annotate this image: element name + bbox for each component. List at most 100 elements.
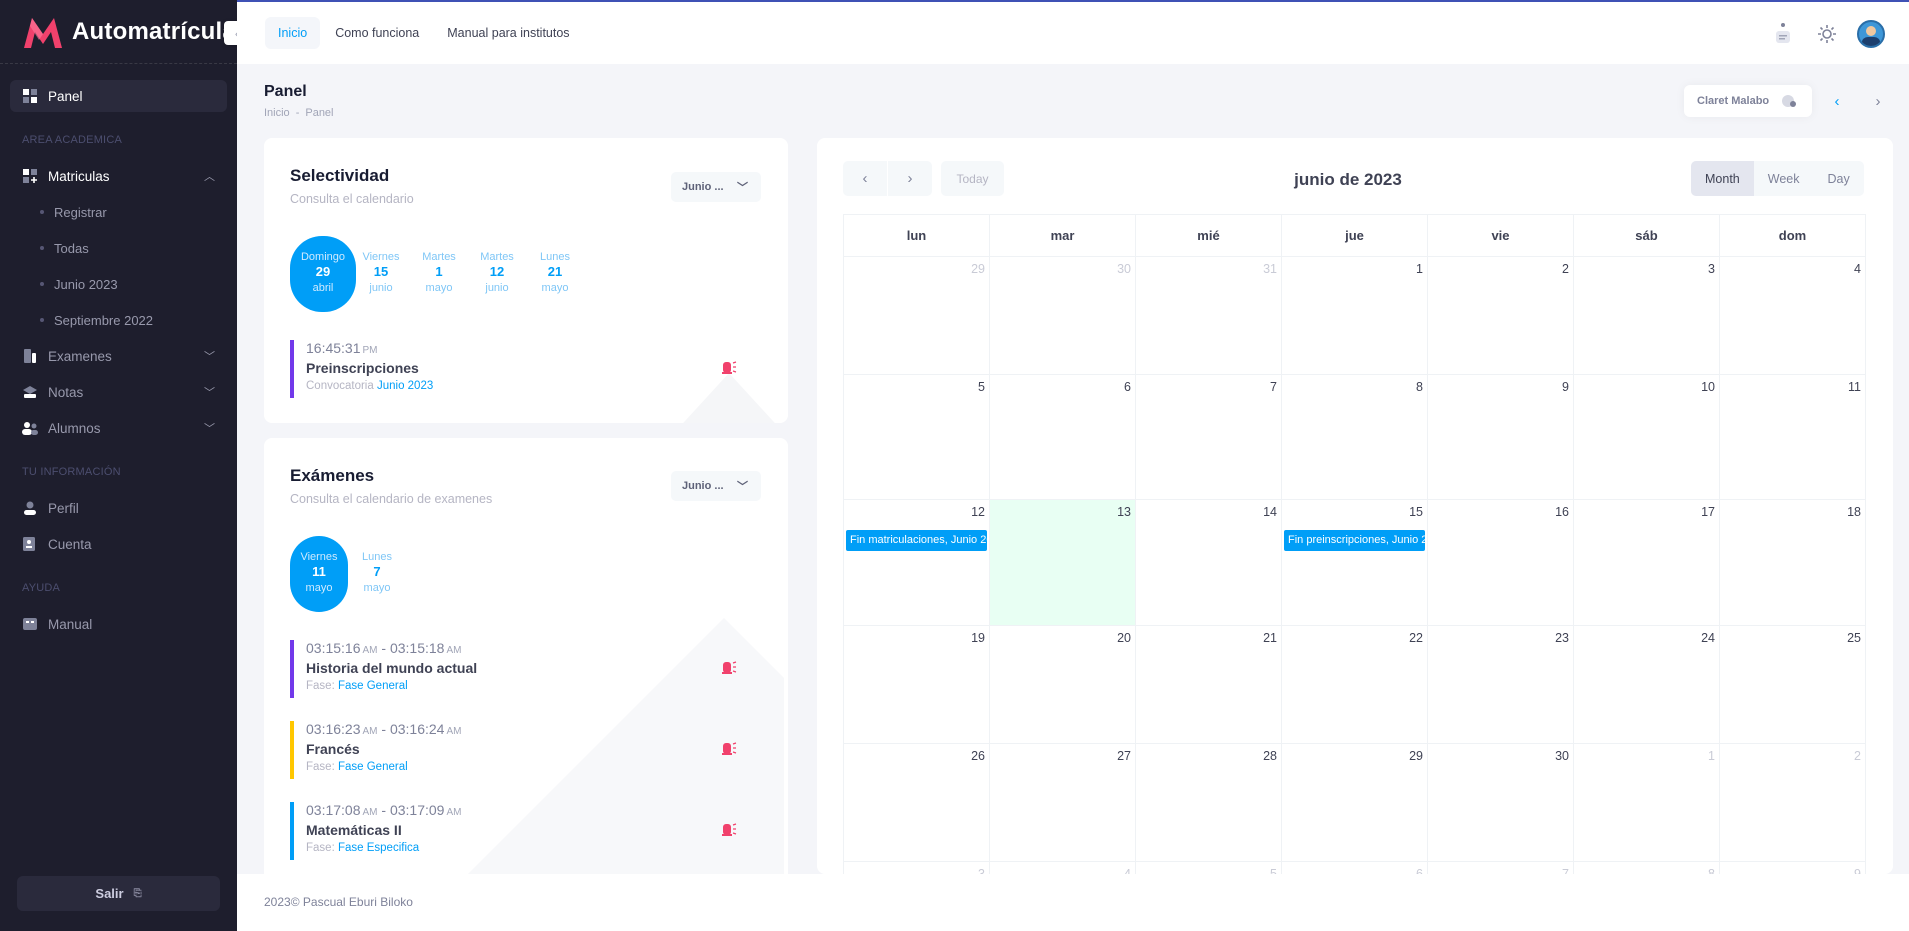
calendar-day-cell[interactable]: 11 bbox=[1719, 374, 1866, 500]
calendar-day-cell[interactable]: 29 bbox=[843, 256, 990, 375]
logout-button[interactable]: Salir ⎘ bbox=[17, 876, 220, 911]
calendar-day-cell[interactable]: 30 bbox=[1427, 743, 1574, 862]
next-arrow-button[interactable]: › bbox=[1865, 88, 1891, 114]
exam-event-item[interactable]: 03:15:16 AM - 03:15:18 AM Historia del mun… bbox=[290, 640, 477, 698]
calendar-day-cell[interactable]: 7 bbox=[1135, 374, 1282, 500]
calendar-day-cell[interactable]: 29 bbox=[1281, 743, 1428, 862]
weekday-header: jue bbox=[1281, 214, 1428, 257]
calendar-day-cell[interactable]: 10 bbox=[1573, 374, 1720, 500]
calendar-day-cell[interactable]: 4 bbox=[1719, 256, 1866, 375]
prev-arrow-button[interactable]: ‹ bbox=[1824, 88, 1850, 114]
sidebar-item-label: Perfil bbox=[48, 500, 79, 516]
calendar-day-cell[interactable]: 1 bbox=[1573, 743, 1720, 862]
event-meta-link[interactable]: Fase Especifica bbox=[338, 842, 419, 854]
calendar-day-cell[interactable]: 9 bbox=[1427, 374, 1574, 500]
dropdown-value: Junio ... bbox=[682, 181, 724, 193]
sidebar-sub-registrar[interactable]: Registrar bbox=[10, 196, 227, 228]
calendar-day-cell[interactable]: 15 Fin preinscripciones, Junio 2023 bbox=[1281, 499, 1428, 626]
sidebar-item-cuenta[interactable]: Cuenta bbox=[10, 528, 227, 560]
calendar-day-cell[interactable]: 8 bbox=[1281, 374, 1428, 500]
calendar-day-cell[interactable]: 2 bbox=[1719, 743, 1866, 862]
event-item[interactable]: 16:45:31 PM Preinscripciones Convocatoria… bbox=[290, 340, 433, 398]
event-meta-link[interactable]: Fase General bbox=[338, 761, 408, 773]
calendar-day-cell[interactable]: 5 bbox=[843, 374, 990, 500]
footer-author: Pascual Eburi Biloko bbox=[302, 895, 413, 909]
calendar-day-cell[interactable]: 14 bbox=[1135, 499, 1282, 626]
day-chip[interactable]: Viernes 15 junio bbox=[352, 236, 410, 295]
alarm-icon[interactable] bbox=[719, 358, 737, 380]
calendar-day-cell[interactable]: 1 bbox=[1281, 256, 1428, 375]
calendar-day-cell[interactable]: 23 bbox=[1427, 625, 1574, 744]
calendar-day-cell[interactable]: 26 bbox=[843, 743, 990, 862]
calendar-day-cell[interactable]: 30 bbox=[989, 256, 1136, 375]
convocatoria-dropdown[interactable]: Junio ... ﹀ bbox=[671, 471, 761, 501]
view-week-button[interactable]: Week bbox=[1754, 161, 1814, 196]
sidebar-sub-septiembre-2022[interactable]: Septiembre 2022 bbox=[10, 304, 227, 336]
calendar-day-cell[interactable]: 31 bbox=[1135, 256, 1282, 375]
calendar-day-cell[interactable]: 16 bbox=[1427, 499, 1574, 626]
breadcrumb-home[interactable]: Inicio bbox=[264, 107, 290, 119]
sidebar-item-alumnos[interactable]: Alumnos ﹀ bbox=[10, 412, 227, 444]
chevron-up-icon: ︿ bbox=[204, 171, 215, 183]
calendar-day-cell[interactable]: 19 bbox=[843, 625, 990, 744]
event-meta-link[interactable]: Junio 2023 bbox=[377, 380, 433, 392]
sidebar-item-matriculas[interactable]: Matriculas ︿ bbox=[10, 160, 227, 192]
day-number: 24 bbox=[1701, 631, 1715, 645]
calendar-day-cell[interactable]: 24 bbox=[1573, 625, 1720, 744]
alarm-icon[interactable] bbox=[719, 820, 737, 842]
sidebar-item-examenes[interactable]: Examenes ﹀ bbox=[10, 340, 227, 372]
calendar-day-cell[interactable]: 20 bbox=[989, 625, 1136, 744]
chevron-right-icon: › bbox=[1875, 92, 1881, 110]
day-chip[interactable]: Lunes 7 mayo bbox=[348, 536, 406, 595]
sidebar-item-manual[interactable]: Manual bbox=[10, 608, 227, 640]
day-chip[interactable]: Martes 12 junio bbox=[468, 236, 526, 295]
calendar-event[interactable]: Fin preinscripciones, Junio 2023 bbox=[1284, 530, 1425, 551]
event-meta-link[interactable]: Fase General bbox=[338, 680, 408, 692]
convocatoria-dropdown[interactable]: Junio ... ﹀ bbox=[671, 172, 761, 202]
view-day-button[interactable]: Day bbox=[1813, 161, 1863, 196]
calendar-day-cell[interactable]: 17 bbox=[1573, 499, 1720, 626]
calendar-day-cell[interactable]: 3 bbox=[1573, 256, 1720, 375]
day-chip[interactable]: Martes 1 mayo bbox=[410, 236, 468, 295]
tab-manual-institutos[interactable]: Manual para institutos bbox=[434, 17, 582, 49]
sidebar-menu: Panel AREA ACADEMICA Matriculas ︿ Regist… bbox=[0, 64, 237, 640]
user-switcher[interactable]: Claret Malabo bbox=[1684, 85, 1812, 117]
calendar-day-cell[interactable]: 2 bbox=[1427, 256, 1574, 375]
logo-icon[interactable] bbox=[22, 16, 64, 48]
avatar[interactable] bbox=[1853, 16, 1889, 52]
day-chip[interactable]: Lunes 21 mayo bbox=[526, 236, 584, 295]
calendar-day-cell[interactable]: 12 Fin matriculaciones, Junio 2023 bbox=[843, 499, 990, 626]
chat-icon[interactable] bbox=[1765, 16, 1801, 52]
day-chip-selected[interactable]: Viernes 11 mayo bbox=[290, 536, 348, 612]
calendar-day-cell[interactable]: 28 bbox=[1135, 743, 1282, 862]
sidebar-item-perfil[interactable]: Perfil bbox=[10, 492, 227, 524]
day-chip-selected[interactable]: Domingo 29 abril bbox=[290, 236, 356, 312]
calendar-day-cell[interactable]: 6 bbox=[989, 374, 1136, 500]
calendar-prev-button[interactable]: ‹ bbox=[843, 161, 887, 196]
exam-event-item[interactable]: 03:16:23 AM - 03:16:24 AM Francés Fase: Fa… bbox=[290, 721, 461, 779]
page-title: Panel bbox=[264, 83, 307, 100]
sidebar-item-notas[interactable]: Notas ﹀ bbox=[10, 376, 227, 408]
sidebar-item-label: Alumnos bbox=[48, 420, 101, 436]
calendar-day-cell[interactable]: 13 bbox=[989, 499, 1136, 626]
calendar-day-cell[interactable]: 25 bbox=[1719, 625, 1866, 744]
alarm-icon[interactable] bbox=[719, 739, 737, 761]
sidebar: Automatrícula Panel AREA ACADEMICA Matri… bbox=[0, 0, 237, 931]
tab-inicio[interactable]: Inicio bbox=[265, 17, 321, 49]
sidebar-sub-todas[interactable]: Todas bbox=[10, 232, 227, 264]
view-month-button[interactable]: Month bbox=[1691, 161, 1754, 196]
sun-icon[interactable] bbox=[1809, 16, 1845, 52]
calendar-today-button[interactable]: Today bbox=[941, 161, 1004, 196]
calendar-day-cell[interactable]: 27 bbox=[989, 743, 1136, 862]
calendar-day-cell[interactable]: 21 bbox=[1135, 625, 1282, 744]
sidebar-item-panel[interactable]: Panel bbox=[10, 80, 227, 112]
calendar-next-button[interactable]: › bbox=[888, 161, 932, 196]
calendar-day-cell[interactable]: 22 bbox=[1281, 625, 1428, 744]
calendar-event[interactable]: Fin matriculaciones, Junio 2023 bbox=[846, 530, 987, 551]
exam-event-item[interactable]: 03:17:08 AM - 03:17:09 AM Matemáticas II F… bbox=[290, 802, 461, 860]
document-icon bbox=[22, 348, 38, 364]
alarm-icon[interactable] bbox=[719, 658, 737, 680]
tab-como-funciona[interactable]: Como funciona bbox=[322, 17, 432, 49]
sidebar-sub-junio-2023[interactable]: Junio 2023 bbox=[10, 268, 227, 300]
calendar-day-cell[interactable]: 18 bbox=[1719, 499, 1866, 626]
